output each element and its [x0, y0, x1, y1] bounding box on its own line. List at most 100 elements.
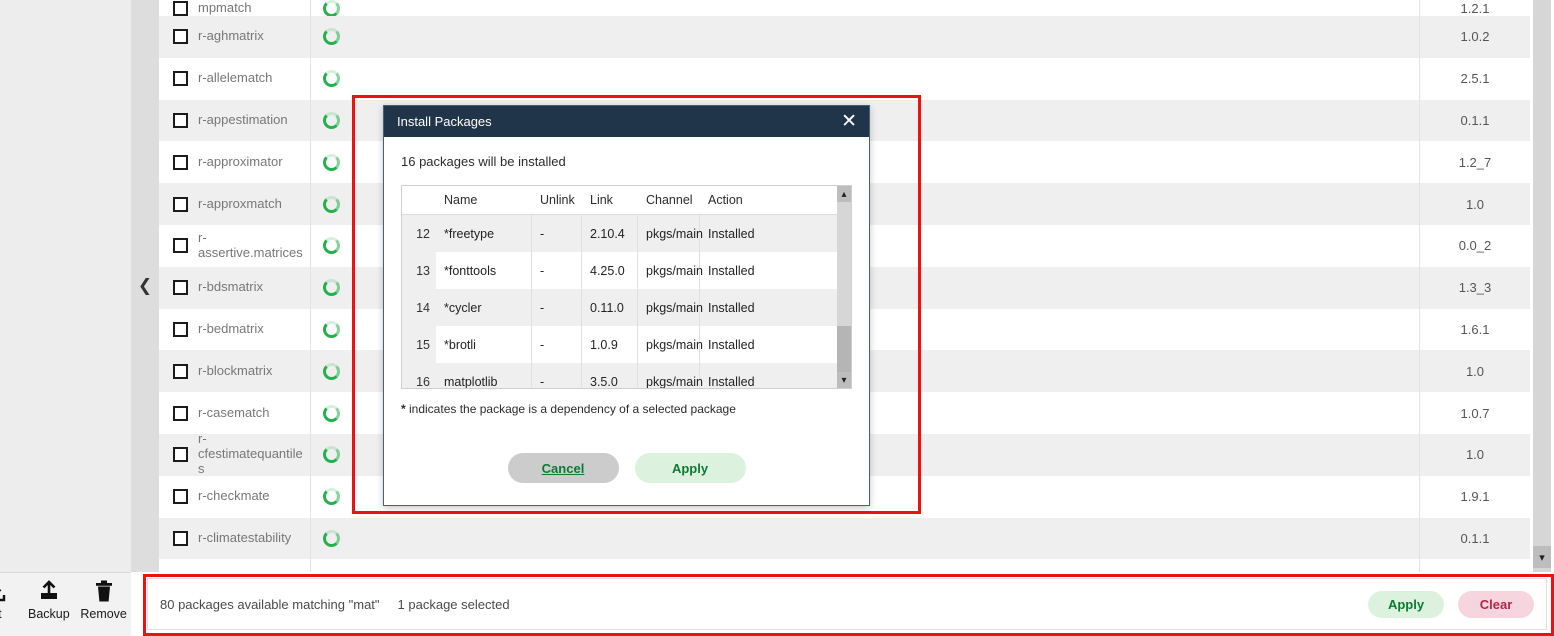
dependency-note: * indicates the package is a dependency …: [401, 402, 852, 416]
grid-header-channel[interactable]: Channel: [638, 186, 700, 214]
package-select-cell[interactable]: r-approximator: [159, 141, 311, 184]
import-button[interactable]: rt: [0, 579, 22, 621]
row-channel: pkgs/main: [638, 326, 703, 363]
package-select-cell[interactable]: r-bedmatrix: [159, 308, 311, 351]
checkbox-icon[interactable]: [173, 405, 188, 421]
package-select-cell[interactable]: r-bdsmatrix: [159, 266, 311, 309]
package-select-cell[interactable]: r-comat: [159, 559, 311, 572]
install-grid-row[interactable]: 12 *freetype -2.10.4 pkgs/main Installed: [402, 215, 851, 252]
chevron-up-icon[interactable]: ▴: [837, 186, 851, 202]
sidebar-collapse-handle[interactable]: ❮: [131, 0, 159, 572]
row-package-name: *freetype: [436, 215, 532, 252]
package-list-scrollbar[interactable]: ▾: [1530, 0, 1554, 572]
package-select-cell[interactable]: r-blockmatrix: [159, 350, 311, 393]
apply-button[interactable]: Apply: [1368, 590, 1444, 618]
package-select-cell[interactable]: r-appestimation: [159, 99, 311, 142]
row-unlink: -: [532, 326, 582, 363]
loading-spinner-icon: [322, 0, 340, 17]
chevron-down-icon[interactable]: ▾: [837, 372, 851, 388]
row-unlink: -: [532, 289, 582, 326]
package-version-label: 1.3_3: [1419, 266, 1530, 309]
row-index: 13: [402, 252, 436, 289]
table-row[interactable]: r-aghmatrix 1.0.2: [159, 16, 1530, 58]
row-channel: pkgs/main: [638, 252, 703, 289]
checkbox-icon[interactable]: [173, 447, 188, 463]
package-select-cell[interactable]: r-cfestimatequantiles: [159, 432, 311, 476]
chevron-down-icon[interactable]: ▾: [1533, 546, 1551, 568]
install-grid-row[interactable]: 15 *brotli -1.0.9 pkgs/main Installed: [402, 326, 851, 363]
table-row[interactable]: r-climatestability 0.1.1: [159, 517, 1530, 560]
dialog-body: 16 packages will be installed Name Unlin…: [384, 137, 869, 483]
package-status-cell: [311, 309, 351, 351]
package-version-label: 0.3.0: [1419, 559, 1530, 572]
row-action: Installed: [708, 337, 755, 352]
package-version-label: 1.0.2: [1419, 16, 1530, 58]
status-text-group: 80 packages available matching "mat" 1 p…: [148, 597, 510, 612]
package-status-cell: [311, 58, 351, 100]
row-package-name: matplotlib: [436, 363, 532, 388]
package-select-cell[interactable]: r-casematch: [159, 392, 311, 434]
loading-spinner-icon: [322, 111, 340, 129]
available-count-label: 80 packages available matching "mat": [160, 596, 380, 612]
checkbox-icon[interactable]: [173, 196, 188, 212]
checkbox-icon[interactable]: [173, 280, 188, 296]
package-version-label: 1.2_7: [1419, 141, 1530, 184]
clear-button[interactable]: Clear: [1458, 590, 1534, 618]
grid-header-name[interactable]: Name: [436, 186, 532, 214]
checkbox-icon[interactable]: [173, 71, 188, 87]
table-row[interactable]: mpmatch 1.2.1: [159, 0, 1530, 17]
grid-scrollbar[interactable]: ▴ ▾: [837, 186, 851, 388]
loading-spinner-icon: [322, 362, 340, 380]
install-packages-dialog: Install Packages ✕ 16 packages will be i…: [383, 105, 870, 506]
package-spacer-cell: [351, 559, 1419, 572]
package-status-cell: [311, 350, 351, 392]
checkbox-icon[interactable]: [173, 238, 188, 254]
package-status-cell: [311, 183, 351, 225]
backup-button[interactable]: Backup: [22, 579, 77, 621]
table-row[interactable]: r-allelematch 2.5.1: [159, 57, 1530, 100]
table-row[interactable]: r-comat 0.3.0: [159, 559, 1530, 572]
package-select-cell[interactable]: r-aghmatrix: [159, 16, 311, 58]
checkbox-icon[interactable]: [173, 489, 188, 505]
close-icon[interactable]: ✕: [839, 112, 859, 131]
package-version-label: 0.1.1: [1419, 517, 1530, 560]
grid-header-unlink[interactable]: Unlink: [532, 186, 582, 214]
loading-spinner-icon: [322, 404, 340, 422]
row-channel: pkgs/main: [638, 289, 703, 326]
package-name-label: r-bdsmatrix: [198, 279, 264, 295]
dialog-titlebar: Install Packages ✕: [384, 106, 869, 137]
remove-button[interactable]: Remove: [76, 579, 131, 621]
package-select-cell[interactable]: mpmatch: [159, 0, 311, 16]
row-link: 0.11.0: [582, 289, 638, 326]
package-select-cell[interactable]: r-approxmatch: [159, 183, 311, 225]
dialog-apply-button[interactable]: Apply: [634, 453, 746, 483]
loading-spinner-icon: [322, 446, 340, 464]
install-grid-row[interactable]: 14 *cycler -0.11.0 pkgs/main Installed: [402, 289, 851, 326]
loading-spinner-icon: [322, 70, 340, 88]
install-grid-row[interactable]: 16 matplotlib -3.5.0 pkgs/main Installed: [402, 363, 851, 388]
selected-count-label: 1 package selected: [397, 596, 510, 612]
package-select-cell[interactable]: r-climatestability: [159, 517, 311, 560]
scrollbar-track[interactable]: [1533, 0, 1551, 572]
package-select-cell[interactable]: r-allelematch: [159, 57, 311, 100]
package-select-cell[interactable]: r-assertive.matrices: [159, 224, 311, 267]
package-tools-strip: rt Backup Remove: [0, 572, 131, 636]
scrollbar-thumb[interactable]: [837, 326, 851, 374]
grid-header-link[interactable]: Link: [582, 186, 638, 214]
checkbox-icon[interactable]: [173, 363, 188, 379]
checkbox-icon[interactable]: [173, 530, 188, 546]
install-grid-row[interactable]: 13 *fonttools -4.25.0 pkgs/main Installed: [402, 252, 851, 289]
package-status-cell: [311, 16, 351, 58]
checkbox-icon[interactable]: [173, 112, 188, 128]
row-unlink: -: [532, 363, 582, 388]
package-name-label: r-appestimation: [198, 112, 288, 128]
checkbox-icon[interactable]: [173, 154, 188, 170]
package-select-cell[interactable]: r-checkmate: [159, 475, 311, 518]
dialog-cancel-button[interactable]: Cancel: [507, 453, 619, 483]
package-version-label: 1.0: [1419, 350, 1530, 393]
checkbox-icon[interactable]: [173, 29, 188, 45]
grid-header-action[interactable]: Action: [700, 186, 851, 214]
checkbox-icon[interactable]: [173, 321, 188, 337]
checkbox-icon[interactable]: [173, 0, 188, 16]
row-action: Installed: [708, 226, 755, 241]
